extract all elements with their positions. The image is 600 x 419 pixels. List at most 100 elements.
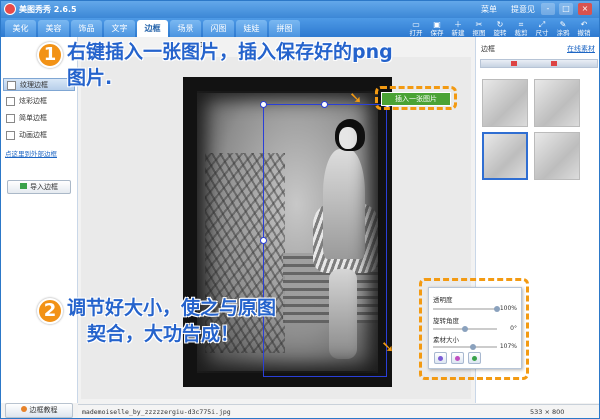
cutout-icon: ✂ [475, 20, 483, 29]
status-bar: mademoiselle_by_zzzzzergiu-d3c775i.jpg 5… [78, 404, 599, 418]
open-icon: ▭ [412, 20, 420, 29]
arrow-icon: ➘ [381, 337, 395, 356]
frame-icon [6, 97, 15, 106]
frame-thumbnail-selected[interactable] [482, 132, 528, 180]
page-marker [551, 61, 557, 66]
step2-text-line1: 调节好大小，使之与原图 [67, 297, 277, 319]
tab-frame[interactable]: 边框 [137, 20, 168, 37]
step2-badge: 2 [37, 298, 63, 324]
title-bar: 美图秀秀 2.6.5 菜单 提意见 - □ × [1, 1, 599, 18]
tab-flash[interactable]: 闪图 [203, 20, 234, 37]
doodle-button[interactable]: ✎ 涂鸦 [554, 20, 572, 37]
tab-scene[interactable]: 场景 [170, 20, 201, 37]
insert-image-button[interactable]: 插入一张图片 [381, 92, 451, 106]
title-links: 菜单 提意见 [481, 4, 535, 15]
selection-box[interactable] [263, 104, 387, 377]
tab-frame-partial[interactable]: 边框 [478, 44, 498, 56]
step1-text-line1: 右键插入一张图片，插入保存好的png [67, 41, 393, 63]
meitu-window: { "app": { "title": "美图秀秀 2.6.5" }, "tit… [0, 0, 600, 419]
frame-category-panel: 纹理边框 炫彩边框 简单边框 动画边框 点这里到外部边框 导入边框 边框教程 [1, 37, 78, 418]
category-colorful-frame[interactable]: 炫彩边框 [3, 95, 75, 108]
save-icon: ▣ [433, 20, 441, 29]
maximize-button[interactable]: □ [559, 3, 573, 15]
step2-text-line2: 契合，大功告成！ [87, 323, 240, 345]
undo-button[interactable]: ↶ 撤销 [575, 20, 593, 37]
file-name: mademoiselle_by_zzzzzergiu-d3c775i.jpg [82, 408, 231, 416]
flip-icon [455, 356, 460, 361]
save-button[interactable]: ▣ 保存 [428, 20, 446, 37]
resize-handle-top-left[interactable] [260, 101, 267, 108]
frame-thumbnail[interactable] [534, 79, 580, 127]
frame-thumbnail[interactable] [482, 79, 528, 127]
feedback-link[interactable]: 提意见 [511, 4, 535, 15]
copy-icon [472, 356, 477, 361]
tutorial-icon [20, 406, 27, 412]
size-slider[interactable] [433, 344, 497, 350]
new-icon: ＋ [454, 20, 462, 29]
material-pager[interactable] [480, 59, 598, 68]
app-logo-icon [4, 3, 16, 15]
page-marker [511, 61, 517, 66]
tab-online-material[interactable]: 在线素材 [564, 44, 598, 56]
tab-text[interactable]: 文字 [104, 20, 135, 37]
tab-doll[interactable]: 娃娃 [236, 20, 267, 37]
cutout-button[interactable]: ✂ 抠图 [470, 20, 488, 37]
import-icon [20, 183, 27, 189]
external-frames-link[interactable]: 点这里到外部边框 [5, 148, 57, 158]
copy-material-button[interactable] [468, 352, 481, 364]
frame-icon [6, 131, 15, 140]
material-settings-popup: 透明度 100% 旋转角度 0° 素材大小 107% [428, 287, 522, 369]
category-label: 简单边框 [19, 114, 47, 122]
flip-horizontal-button[interactable] [434, 352, 447, 364]
crop-button[interactable]: ⌗ 裁剪 [512, 20, 530, 37]
category-simple-frame[interactable]: 简单边框 [3, 112, 75, 125]
frame-tutorial-button[interactable]: 边框教程 [5, 403, 73, 418]
frame-icon [6, 114, 15, 123]
import-frame-button[interactable]: 导入边框 [7, 180, 71, 194]
tab-face[interactable]: 美容 [38, 20, 69, 37]
category-label: 动画边框 [19, 131, 47, 139]
undo-icon: ↶ [580, 20, 588, 29]
menu-link[interactable]: 菜单 [481, 4, 497, 15]
close-button[interactable]: × [578, 3, 592, 15]
rotation-label: 旋转角度 [433, 317, 459, 325]
flip-icon [438, 356, 443, 361]
crop-icon: ⌗ [518, 20, 524, 29]
step1-text-line2: 图片. [67, 67, 113, 89]
image-dimensions: 533 × 800 [530, 408, 565, 416]
step1-badge: 1 [37, 42, 63, 68]
rotation-slider[interactable] [433, 326, 497, 332]
material-tabs: 边框 在线素材 [478, 44, 598, 56]
size-value: 107% [499, 343, 517, 350]
frame-thumbnail[interactable] [534, 132, 580, 180]
size-label: 素材大小 [433, 336, 459, 344]
tab-list: 美化 美容 饰品 文字 边框 场景 闪图 娃娃 拼图 [5, 20, 300, 37]
tab-beautify[interactable]: 美化 [5, 20, 36, 37]
slider-knob[interactable] [470, 344, 476, 350]
opacity-slider[interactable] [433, 306, 500, 312]
main-tab-bar: 美化 美容 饰品 文字 边框 场景 闪图 娃娃 拼图 ▭ 打开 ▣ 保存 ＋新建 ✂… [1, 18, 599, 37]
app-title: 美图秀秀 2.6.5 [19, 5, 77, 14]
open-button[interactable]: ▭ 打开 [407, 20, 425, 37]
size-button[interactable]: ⤢ 尺寸 [533, 20, 551, 37]
category-animated-frame[interactable]: 动画边框 [3, 129, 75, 142]
category-texture-frame[interactable]: 纹理边框 [3, 78, 75, 91]
tab-collage[interactable]: 拼图 [269, 20, 300, 37]
rotate-icon: ↻ [496, 20, 504, 29]
tab-accessories[interactable]: 饰品 [71, 20, 102, 37]
new-button[interactable]: ＋新建 [449, 20, 467, 37]
top-toolbar: ▭ 打开 ▣ 保存 ＋新建 ✂ 抠图 ↻ 旋转 ⌗ 裁剪 ⤢ 尺寸 ✎ 涂鸦 ↶ 撤销 [407, 20, 593, 37]
rotation-value: 0° [510, 325, 517, 332]
opacity-value: 100% [499, 305, 517, 312]
minimize-button[interactable]: - [541, 3, 555, 15]
size-icon: ⤢ [538, 20, 546, 29]
arrow-icon: ➘ [349, 88, 363, 107]
resize-handle-left[interactable] [260, 237, 267, 244]
rotate-button[interactable]: ↻ 旋转 [491, 20, 509, 37]
resize-handle-top[interactable] [321, 101, 328, 108]
flip-vertical-button[interactable] [451, 352, 464, 364]
category-label: 纹理边框 [20, 81, 48, 89]
slider-knob[interactable] [462, 326, 468, 332]
doodle-icon: ✎ [559, 20, 567, 29]
category-label: 炫彩边框 [19, 97, 47, 105]
